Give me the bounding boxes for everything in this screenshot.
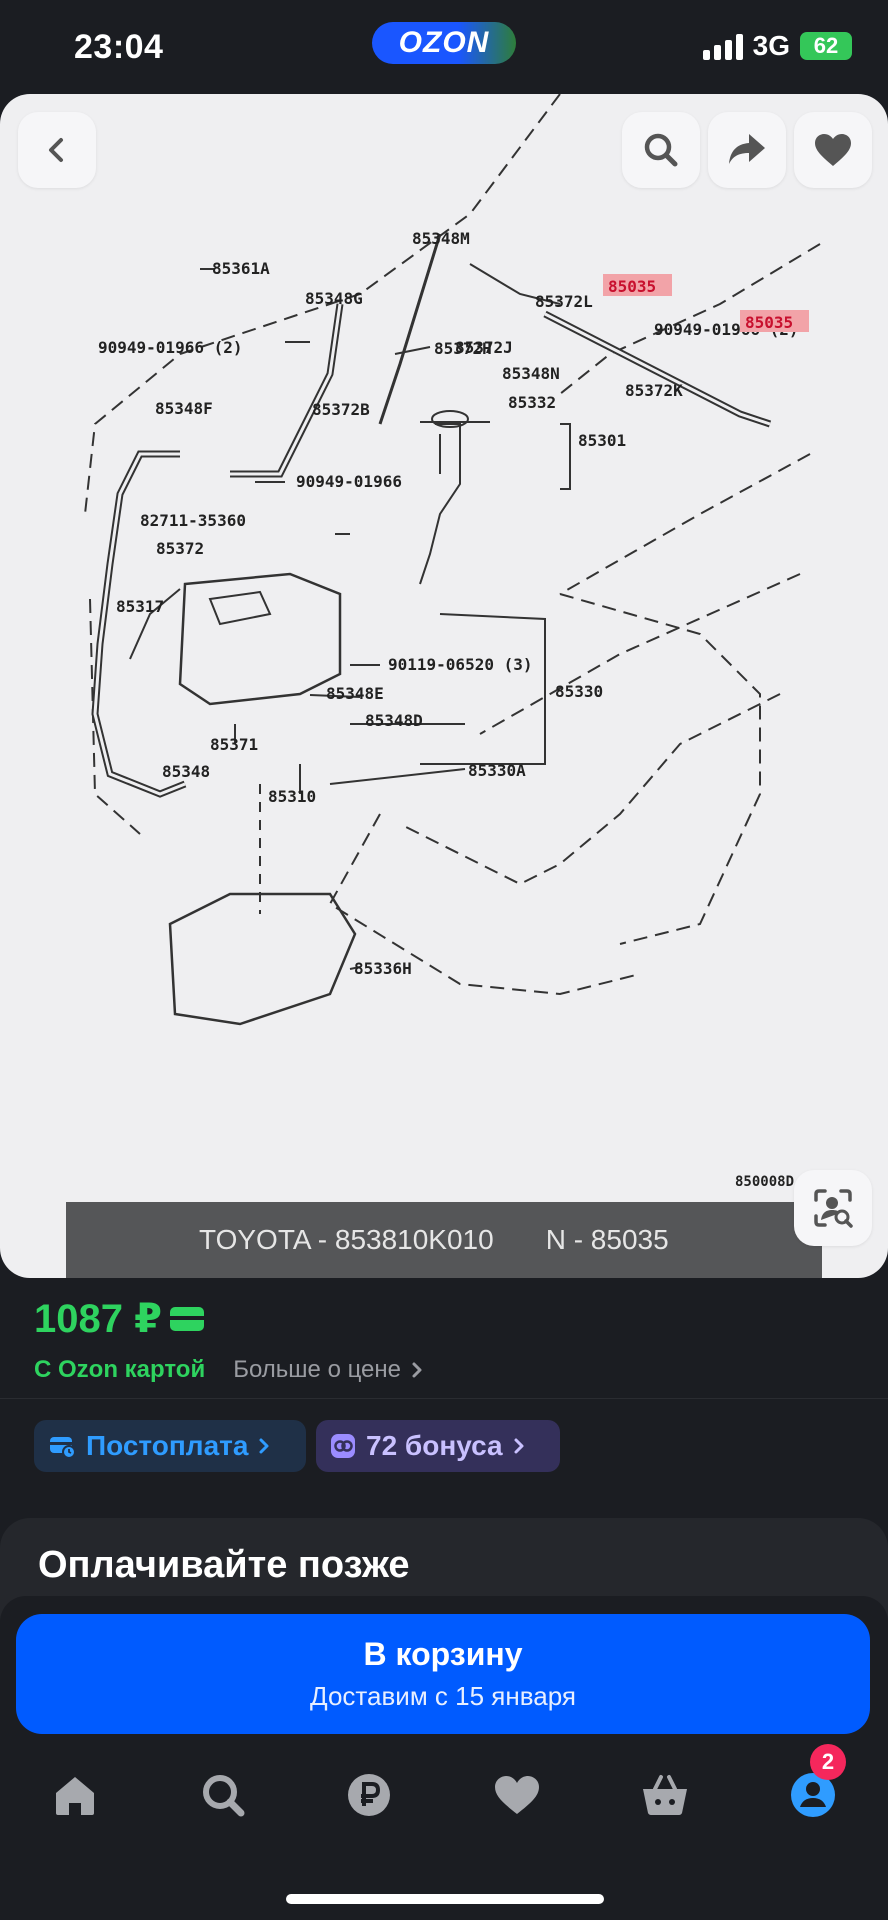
divider — [0, 1398, 888, 1399]
basket-icon — [643, 1775, 687, 1815]
bonus-icon — [331, 1434, 355, 1458]
share-arrow-icon — [729, 134, 765, 164]
price-subline: С Ozon картой Больше о цене — [34, 1356, 423, 1384]
diagram-label: 85348N — [502, 364, 560, 383]
diagram-label: 85330 — [555, 682, 603, 701]
diagram-label-highlight: 85035 — [608, 277, 656, 296]
diagram-label: 85372 — [156, 539, 204, 558]
diagram-label: 85336H — [354, 959, 412, 978]
diagram-label: 85372B — [312, 400, 370, 419]
diagram-label: 85348E — [326, 684, 384, 703]
ozon-card-label: С Ozon картой — [34, 1356, 206, 1383]
diagram-label: 85301 — [578, 431, 626, 450]
diagram-label: 90949-01966 (2) — [98, 338, 243, 357]
home-icon — [56, 1777, 94, 1815]
postpay-chip[interactable]: Постоплата — [34, 1420, 306, 1472]
ozon-card-icon — [169, 1307, 204, 1331]
diagram-label: 85361A — [212, 259, 270, 278]
more-about-price-label: Больше о цене — [233, 1356, 402, 1383]
more-about-price-link[interactable]: Больше о цене — [233, 1356, 423, 1384]
price-amount: 1087 ₽ — [34, 1297, 162, 1341]
network-type: 3G — [752, 30, 790, 61]
caption-left: TOYOTA - 853810K010 — [199, 1224, 494, 1255]
ruble-icon — [348, 1774, 390, 1816]
postpay-icon — [50, 1437, 76, 1459]
battery-level: 62 — [813, 33, 839, 58]
diagram-label: 85372K — [625, 381, 683, 400]
caption-right: N - 85035 — [545, 1224, 669, 1255]
delivery-date-label: Доставим с 15 января — [310, 1681, 576, 1711]
tab-bar: 2 — [0, 1744, 888, 1840]
heart-icon — [815, 134, 851, 166]
diagram-label: 85372L — [535, 292, 593, 311]
diagram-label: 85317 — [116, 597, 164, 616]
tab-catalog[interactable] — [188, 1760, 258, 1830]
price-block: 1087 ₽ С Ozon картой Больше о цене — [34, 1296, 423, 1384]
postpay-label: Постоплата — [86, 1430, 249, 1461]
search-button[interactable] — [622, 112, 700, 188]
bonus-chip[interactable]: 72 бонуса — [316, 1420, 560, 1472]
product-image-card[interactable]: 85348M 85361A 85348G 85372L 85035 90949-… — [0, 94, 888, 1278]
tab-cart[interactable] — [630, 1760, 700, 1830]
chevron-right-icon — [514, 1438, 524, 1454]
diagram-label: 85348 — [162, 762, 210, 781]
heart-icon — [495, 1776, 539, 1814]
image-caption-bar: TOYOTA - 853810K010 N - 85035 — [66, 1202, 822, 1278]
diagram-label: 850008D — [735, 1174, 794, 1190]
tab-favorites[interactable] — [482, 1760, 552, 1830]
visual-search-icon — [814, 1189, 853, 1228]
payment-chips: Постоплата 72 бонуса — [34, 1420, 560, 1472]
favorite-button[interactable] — [794, 112, 872, 188]
diagram-label: 85371 — [210, 735, 258, 754]
section-title: Оплачивайте позже — [38, 1544, 410, 1586]
search-icon — [644, 133, 678, 167]
diagram-label-highlight: 85035 — [745, 313, 793, 332]
diagram-label: 85348D — [365, 711, 423, 730]
diagram-label: 85332 — [508, 393, 556, 412]
home-indicator — [286, 1894, 604, 1904]
battery-icon: 62 — [800, 32, 852, 60]
back-button[interactable] — [18, 112, 96, 188]
diagram-label: 85348F — [155, 399, 213, 418]
tab-finance[interactable] — [334, 1760, 404, 1830]
diagram-label: 85310 — [268, 787, 316, 806]
chevron-right-icon — [412, 1362, 422, 1378]
profile-badge: 2 — [810, 1744, 846, 1780]
diagram-label: 90949-01966 — [296, 472, 402, 491]
price-row: 1087 ₽ — [34, 1296, 423, 1342]
status-time: 23:04 — [74, 28, 164, 66]
diagram-label: 85348M — [412, 229, 470, 248]
add-to-cart-button[interactable]: В корзину Доставим с 15 января — [16, 1614, 870, 1734]
chevron-right-icon — [259, 1438, 269, 1454]
tab-home[interactable] — [40, 1760, 110, 1830]
diagram-label: 85348G — [305, 289, 363, 308]
status-bar: 23:04 OZON 3G 62 — [0, 0, 888, 94]
share-button[interactable] — [708, 112, 786, 188]
diagram-label: 90119-06520 (3) — [388, 655, 533, 674]
diagram-label: 85330A — [468, 761, 526, 780]
chevron-left-icon — [49, 138, 63, 162]
tab-profile[interactable]: 2 — [778, 1744, 848, 1830]
search-icon — [203, 1775, 245, 1817]
diagram-label: 82711-35360 — [140, 511, 246, 530]
ozon-logo: OZON — [372, 22, 516, 64]
bonus-label: 72 бонуса — [366, 1430, 503, 1461]
visual-search-button[interactable] — [794, 1170, 872, 1246]
parts-diagram: 85348M 85361A 85348G 85372L 85035 90949-… — [84, 94, 821, 1190]
signal-icon — [702, 32, 743, 60]
add-to-cart-label: В корзину — [363, 1636, 523, 1672]
diagram-label: 85372H — [434, 339, 492, 358]
status-indicators: 3G 62 — [702, 30, 852, 62]
